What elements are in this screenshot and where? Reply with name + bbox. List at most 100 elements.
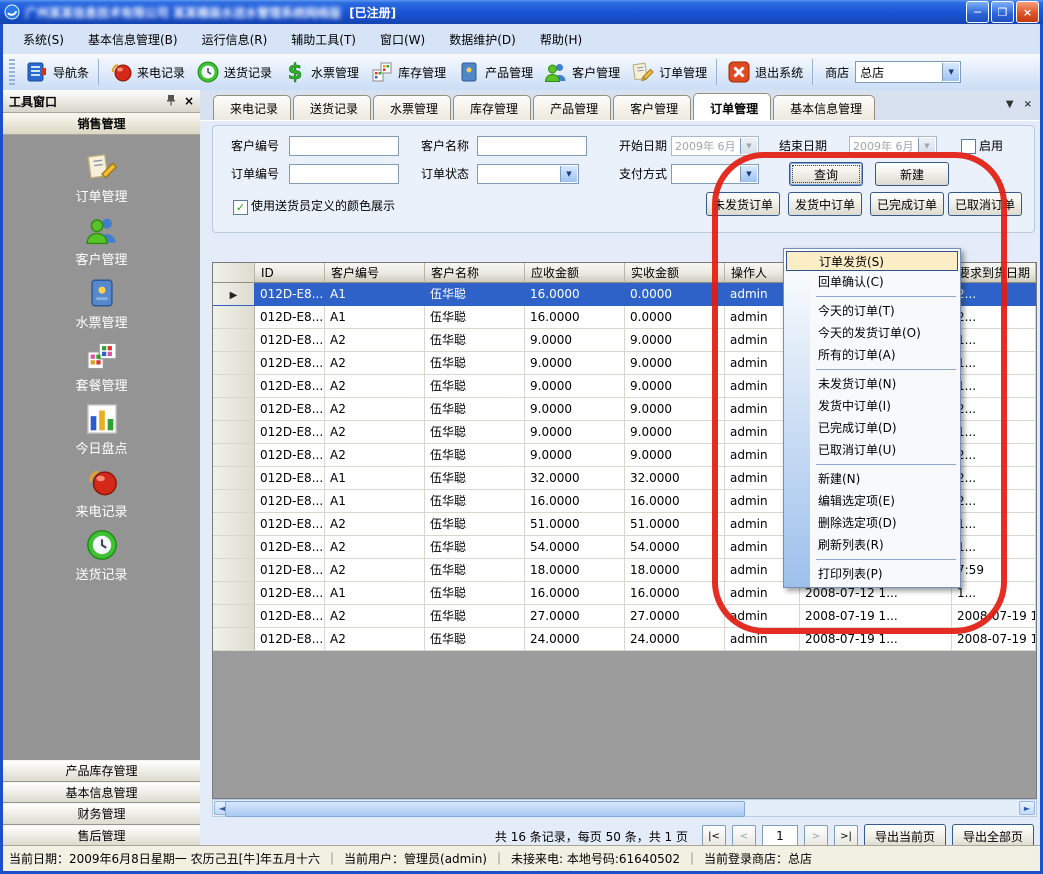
menu-item[interactable]: 基本信息管理(B) (76, 27, 190, 52)
menu-item[interactable]: 帮助(H) (528, 27, 594, 52)
shipping-orders-button[interactable]: 发货中订单 (788, 192, 862, 216)
minimize-button[interactable]: ─ (966, 1, 989, 23)
tab-list-dropdown-icon[interactable]: ▼ (1006, 99, 1014, 110)
context-menu-item[interactable]: 删除选定项(D) (784, 512, 960, 534)
context-menu-item[interactable]: 打印列表(P) (784, 563, 960, 585)
tab[interactable]: 库存管理 (453, 95, 531, 120)
column-header[interactable]: 客户名称 (425, 263, 525, 283)
toolbar-grip[interactable] (9, 59, 15, 85)
context-menu-item[interactable]: 已取消订单(U) (784, 439, 960, 461)
toolbar-water-ticket-button[interactable]: $ 水票管理 (277, 57, 364, 87)
context-menu-item[interactable]: 今天的发货订单(O) (784, 322, 960, 344)
column-header[interactable]: 实收金额 (625, 263, 725, 283)
tab[interactable]: 产品管理 (533, 95, 611, 120)
row-selector[interactable] (213, 398, 255, 421)
tab[interactable]: 订单管理 (693, 93, 771, 120)
pay-method-select[interactable]: ▼ (671, 164, 759, 184)
first-page-button[interactable]: |< (702, 825, 726, 847)
tab-close-icon[interactable]: × (1024, 99, 1032, 110)
row-selector[interactable] (213, 283, 255, 306)
context-menu-item[interactable]: 新建(N) (784, 468, 960, 490)
row-selector[interactable] (213, 352, 255, 375)
order-status-select[interactable]: ▼ (477, 164, 579, 184)
menu-item[interactable]: 系统(S) (11, 27, 76, 52)
next-page-button[interactable]: > (804, 825, 828, 847)
menu-item[interactable]: 辅助工具(T) (279, 27, 368, 52)
row-selector[interactable] (213, 490, 255, 513)
context-menu-item[interactable]: 订单发货(S) (786, 251, 958, 271)
context-menu-item[interactable] (816, 464, 956, 465)
prev-page-button[interactable]: < (732, 825, 756, 847)
sidebar-section-basic-info[interactable]: 基本信息管理 (3, 782, 200, 804)
toolbar-delivery-record-button[interactable]: 送货记录 (190, 57, 277, 87)
sidebar-section-finance[interactable]: 财务管理 (3, 803, 200, 825)
delivery-color-checkbox[interactable]: ✓ (233, 200, 248, 215)
row-selector[interactable] (213, 421, 255, 444)
tab[interactable]: 送货记录 (293, 95, 371, 120)
tab[interactable]: 来电记录 (213, 95, 291, 120)
context-menu-item[interactable] (816, 559, 956, 560)
new-button[interactable]: 新建 (875, 162, 949, 186)
row-selector[interactable] (213, 513, 255, 536)
sidebar-item-incoming-call-record[interactable]: 来电记录 (3, 461, 200, 524)
maximize-button[interactable]: ❐ (991, 1, 1014, 23)
sidebar-item-order-management[interactable]: 订单管理 (3, 146, 200, 209)
row-selector[interactable] (213, 329, 255, 352)
column-header[interactable]: 要求到货日期 (952, 263, 1036, 283)
sidebar-item-customer-management[interactable]: 客户管理 (3, 209, 200, 272)
tab[interactable]: 基本信息管理 (773, 95, 875, 120)
toolbar-product-button[interactable]: 产品管理 (451, 57, 538, 87)
row-selector[interactable] (213, 628, 255, 651)
page-number-input[interactable] (762, 825, 798, 847)
context-menu-item[interactable]: 刷新列表(R) (784, 534, 960, 556)
context-menu-item[interactable]: 所有的订单(A) (784, 344, 960, 366)
sidebar-item-water-ticket-management[interactable]: 水票管理 (3, 272, 200, 335)
table-row[interactable]: 012D-E8... A2 伍华聪 24.0000 24.0000 admin … (213, 628, 1036, 651)
sidebar-close-icon[interactable]: × (184, 94, 194, 108)
context-menu-item[interactable]: 未发货订单(N) (784, 373, 960, 395)
horizontal-scrollbar[interactable]: ◄ ► (212, 799, 1037, 817)
row-selector[interactable] (213, 559, 255, 582)
context-menu-item[interactable] (816, 296, 956, 297)
dropdown-arrow-icon[interactable]: ▼ (918, 138, 935, 154)
toolbar-incoming-call-button[interactable]: 来电记录 (103, 57, 190, 87)
context-menu-item[interactable]: 发货中订单(I) (784, 395, 960, 417)
context-menu-item[interactable]: 编辑选定项(E) (784, 490, 960, 512)
row-selector[interactable] (213, 467, 255, 490)
context-menu-item[interactable]: 回单确认(C) (784, 271, 960, 293)
toolbar-customer-button[interactable]: 客户管理 (538, 57, 625, 87)
customer-name-input[interactable] (477, 136, 587, 156)
start-date-picker[interactable]: 2009年 6月 8日 ▼ (671, 136, 759, 156)
dropdown-arrow-icon[interactable]: ▼ (740, 166, 757, 182)
sidebar-item-package-management[interactable]: 套餐管理 (3, 335, 200, 398)
query-button[interactable]: 查询 (789, 162, 863, 186)
dropdown-arrow-icon[interactable]: ▼ (560, 166, 577, 182)
row-selector[interactable] (213, 536, 255, 559)
sidebar-item-delivery-record[interactable]: 送货记录 (3, 524, 200, 587)
dropdown-arrow-icon[interactable]: ▼ (740, 138, 757, 154)
enable-checkbox[interactable] (961, 139, 976, 154)
toolbar-inventory-button[interactable]: 库存管理 (364, 57, 451, 87)
menu-item[interactable]: 窗口(W) (368, 27, 437, 52)
column-header[interactable]: 应收金额 (525, 263, 625, 283)
unshipped-orders-button[interactable]: 未发货订单 (706, 192, 780, 216)
table-row[interactable]: 012D-E8... A2 伍华聪 27.0000 27.0000 admin … (213, 605, 1036, 628)
sidebar-section-sales-management[interactable]: 销售管理 (3, 113, 200, 135)
tab[interactable]: 客户管理 (613, 95, 691, 120)
sidebar-section-after-sales[interactable]: 售后管理 (3, 825, 200, 847)
sidebar-item-today-inventory[interactable]: 今日盘点 (3, 398, 200, 461)
scrollbar-thumb[interactable] (225, 801, 745, 817)
end-date-picker[interactable]: 2009年 6月 8日 ▼ (849, 136, 937, 156)
pin-icon[interactable] (166, 94, 176, 109)
menu-item[interactable]: 数据维护(D) (437, 27, 528, 52)
row-selector[interactable] (213, 306, 255, 329)
customer-no-input[interactable] (289, 136, 399, 156)
column-header[interactable]: ID (255, 263, 325, 283)
row-selector[interactable] (213, 605, 255, 628)
toolbar-navigator-button[interactable]: 导航条 (19, 57, 94, 87)
sidebar-section-product-inventory[interactable]: 产品库存管理 (3, 760, 200, 782)
completed-orders-button[interactable]: 已完成订单 (870, 192, 944, 216)
toolbar-exit-button[interactable]: 退出系统 (721, 57, 808, 87)
context-menu-item[interactable]: 今天的订单(T) (784, 300, 960, 322)
close-button[interactable]: × (1016, 1, 1039, 23)
